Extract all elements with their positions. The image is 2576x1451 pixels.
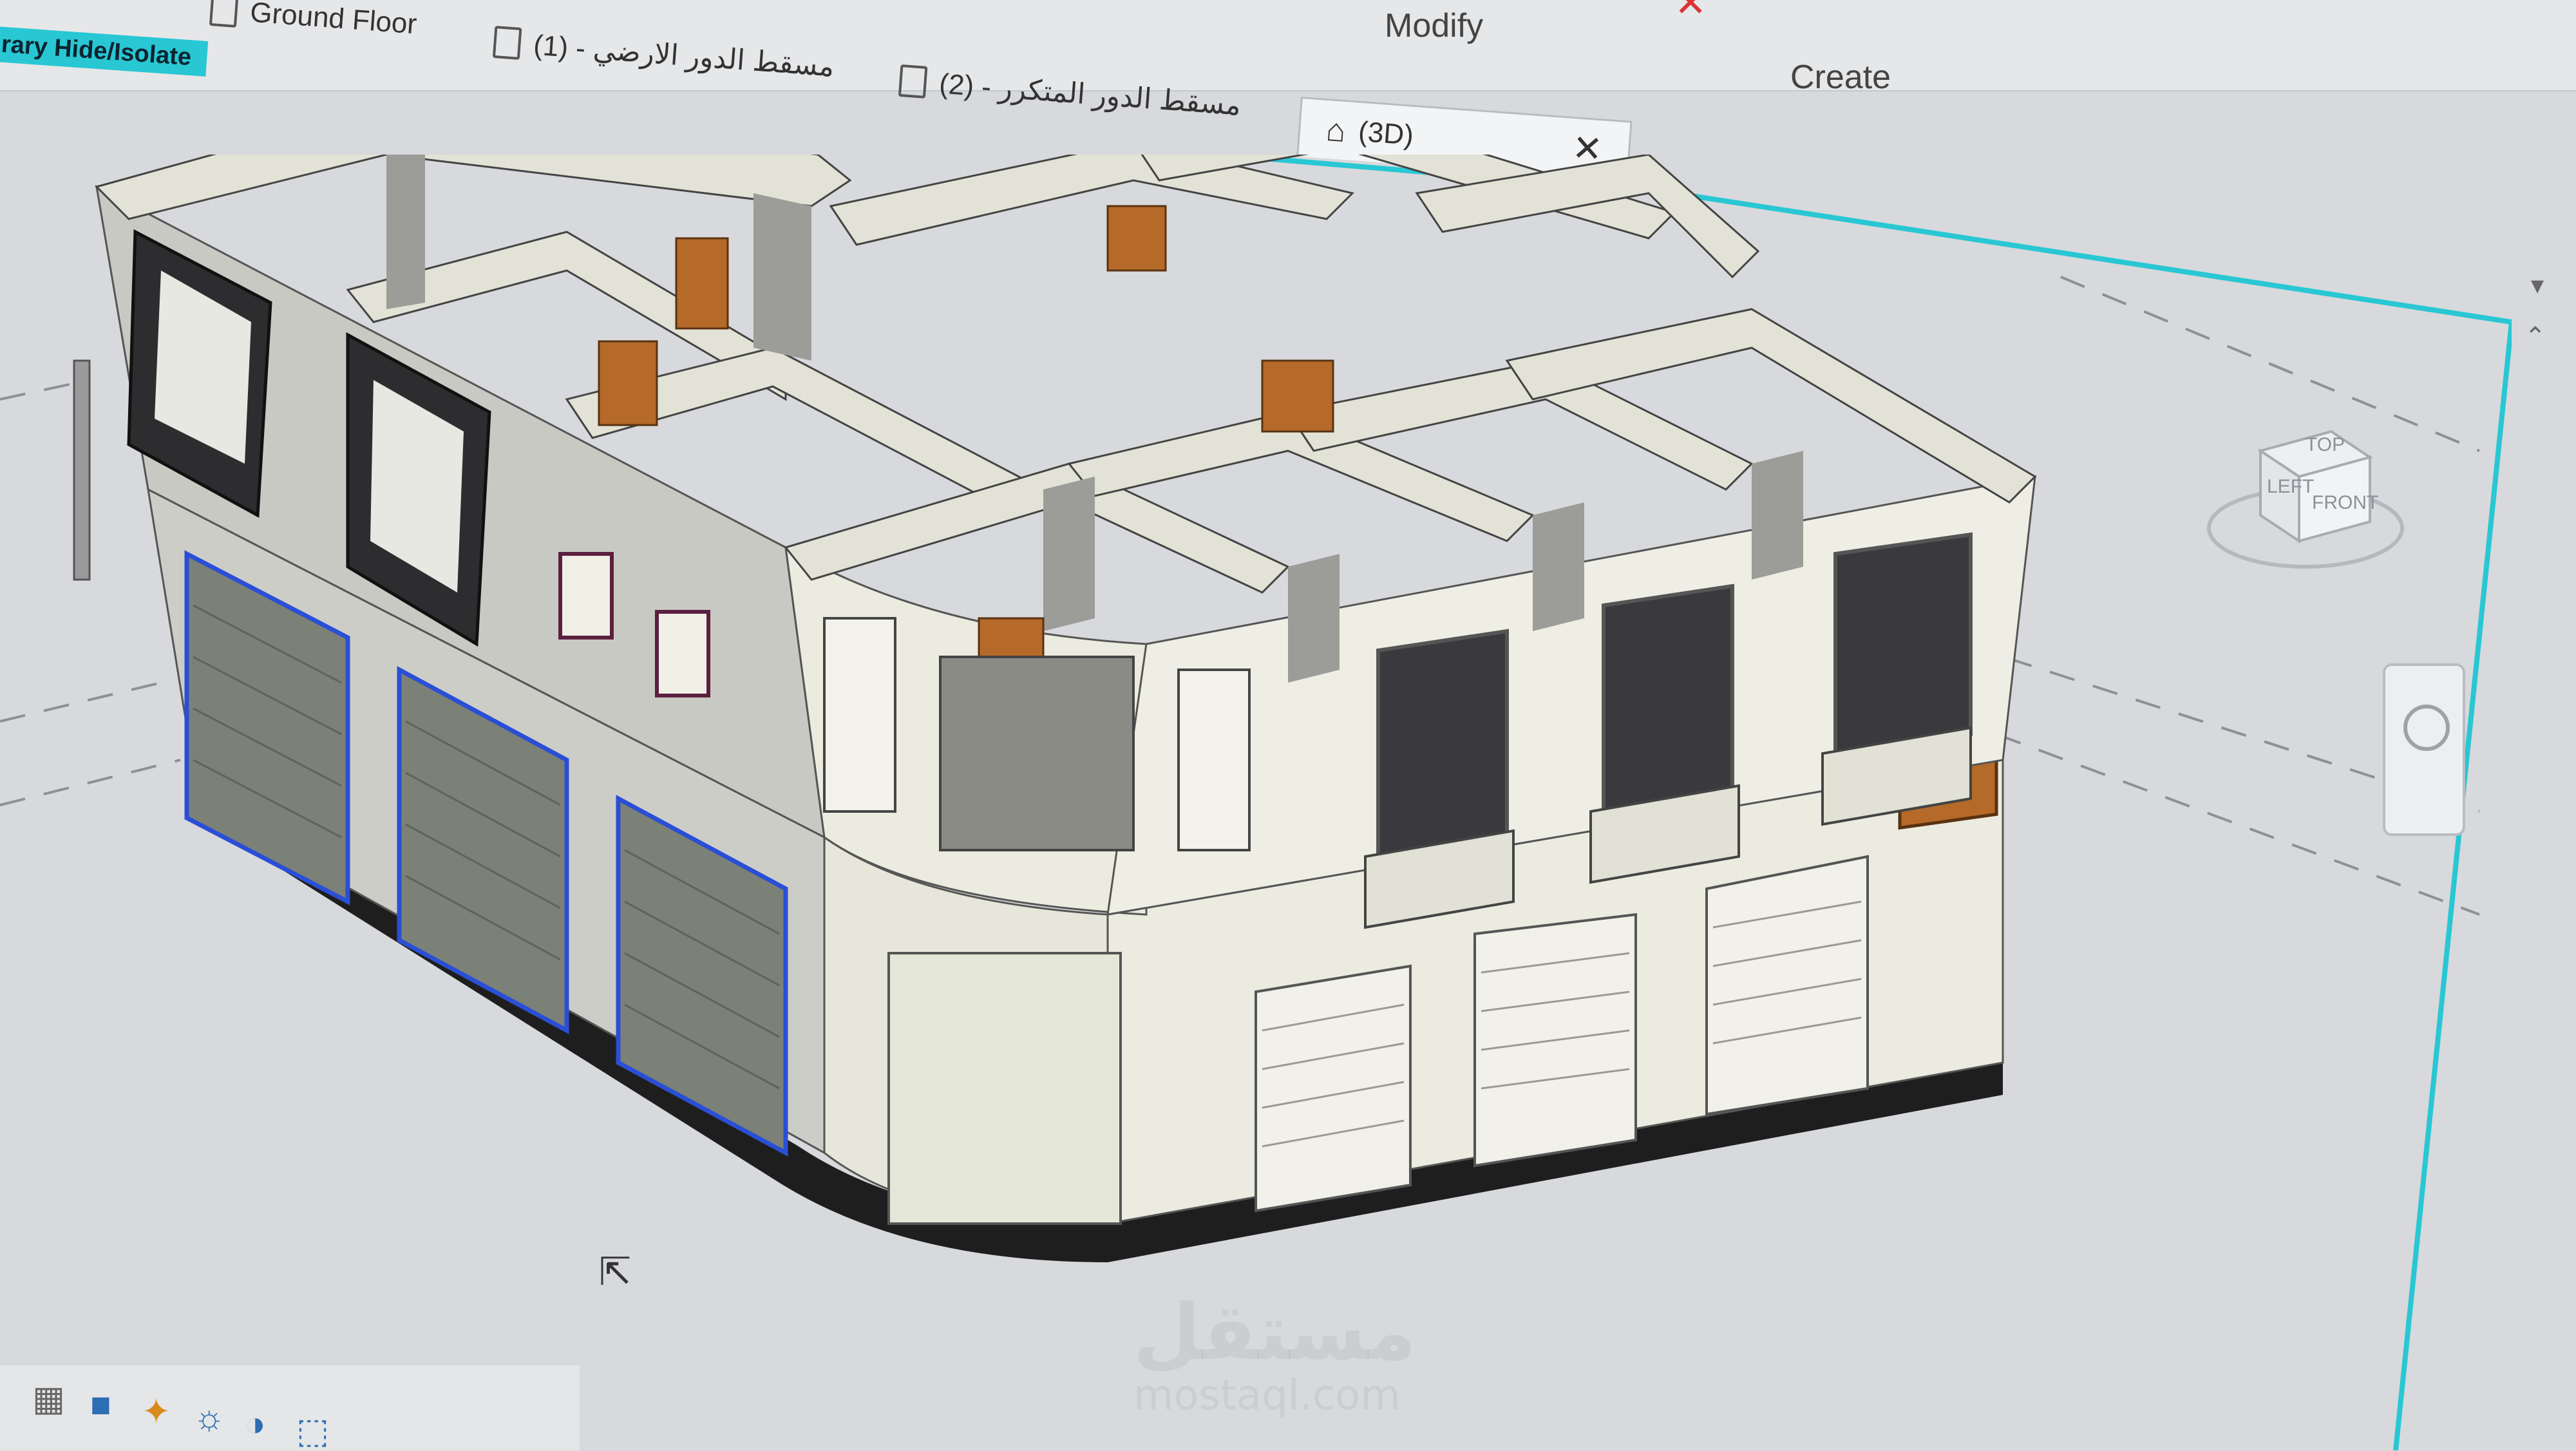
mouse-cursor-icon: ⇱ xyxy=(599,1250,632,1293)
detail-level-icon[interactable]: ■ xyxy=(90,1385,111,1425)
tab-label: Ground Floor xyxy=(249,0,418,41)
scale-icon[interactable]: ▦ xyxy=(32,1378,65,1419)
tab-list-dropdown-icon[interactable]: ▾ xyxy=(2531,270,2544,300)
tab-label: (3D) xyxy=(1357,115,1415,151)
viewcube-face-top[interactable]: TOP xyxy=(2306,434,2345,455)
document-icon xyxy=(492,25,522,60)
tab-ground-floor[interactable]: Ground Floor xyxy=(208,0,419,53)
viewcube-face-front[interactable]: FRONT xyxy=(2312,492,2378,513)
corner-entrance-door[interactable] xyxy=(887,952,1122,1225)
tab-label: مسقط الدور الارضي - (1) xyxy=(532,28,836,83)
document-icon xyxy=(898,64,928,99)
tab-typical-floor-plan[interactable]: مسقط الدور المتكرر - (2) xyxy=(897,52,1243,135)
crop-view-icon[interactable]: ⬚ xyxy=(296,1410,329,1451)
house-icon: ⌂ xyxy=(1325,111,1347,149)
tab-ground-floor-plan[interactable]: مسقط الدور الارضي - (1) xyxy=(491,13,836,96)
view-control-bar: ▦ ■ ✦ ☼ ◑ ⬚ xyxy=(0,1365,580,1450)
scroll-up-arrow-icon[interactable]: ⌃ xyxy=(2524,322,2546,352)
tab-label: مسقط الدور المتكرر - (2) xyxy=(938,67,1242,122)
downpipe xyxy=(73,359,91,581)
watermark-logo: مستقل xyxy=(1133,1288,1416,1378)
active-view-border-right xyxy=(2393,321,2512,1450)
document-icon xyxy=(209,0,239,28)
viewcube-face-left[interactable]: LEFT xyxy=(2267,476,2314,497)
viewcube-icon[interactable]: LEFT FRONT TOP xyxy=(2202,412,2409,580)
visual-style-icon[interactable]: ✦ xyxy=(142,1391,171,1432)
steering-wheel-icon[interactable] xyxy=(2383,663,2465,836)
watermark-url: mostaql.com xyxy=(1133,1372,1401,1419)
nav-wheel-center-icon xyxy=(2403,705,2450,751)
model-3d-viewport[interactable] xyxy=(0,155,2512,1450)
sun-path-icon[interactable]: ☼ xyxy=(193,1398,225,1437)
shadows-icon[interactable]: ◑ xyxy=(245,1404,266,1444)
